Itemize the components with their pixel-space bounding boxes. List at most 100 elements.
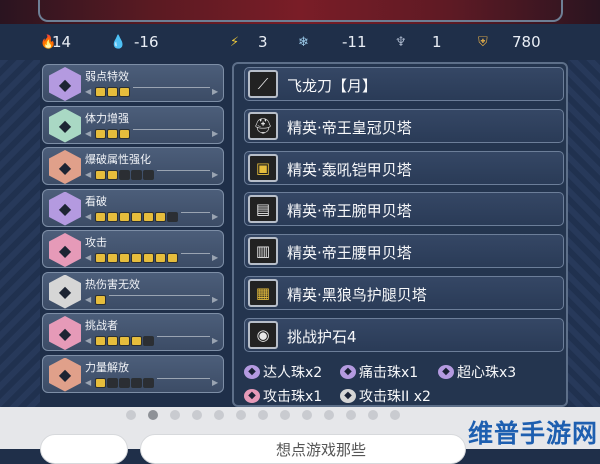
- level-pip-filled: [119, 128, 130, 139]
- skill-row[interactable]: ◆ 攻击 ◀ ▶: [42, 230, 224, 268]
- carousel-dot[interactable]: [126, 410, 136, 420]
- equipment-slot[interactable]: ⟋ 飞龙刀【月】: [244, 67, 564, 101]
- level-pip-filled: [95, 87, 106, 97]
- equipment-slot[interactable]: ⛑ 精英·帝王皇冠贝塔: [244, 108, 564, 143]
- stat-value: 780: [512, 33, 541, 51]
- skill-emblem-icon: ◆: [49, 150, 81, 184]
- equipment-slot[interactable]: ▦ 精英·黑狼鸟护腿贝塔: [244, 276, 564, 310]
- level-pip-filled: [155, 211, 166, 222]
- search-pill[interactable]: 想点游戏那些: [140, 434, 466, 464]
- skill-level-bar: ◀ ▶: [85, 294, 220, 306]
- long-sword-icon: ⟋: [248, 70, 278, 98]
- level-pip-filled: [131, 336, 142, 346]
- level-pip-filled: [107, 211, 118, 222]
- skill-row[interactable]: ◆ 爆破属性强化 ◀ ▶: [42, 147, 224, 185]
- skill-emblem-icon: ◆: [49, 67, 81, 101]
- carousel-dot[interactable]: [192, 410, 202, 420]
- equipment-slot[interactable]: ▥ 精英·帝王腰甲贝塔: [244, 234, 564, 269]
- skill-name: 力量解放: [85, 360, 129, 374]
- arrow-left-icon: ◀: [85, 336, 92, 345]
- helm-icon: ⛑: [248, 111, 278, 140]
- carousel-dot[interactable]: [236, 410, 246, 420]
- site-watermark: 维普手游网: [468, 419, 599, 448]
- waist-armor-icon: ▥: [248, 237, 278, 266]
- level-pip-filled: [95, 377, 106, 388]
- carousel-dot[interactable]: [368, 410, 378, 420]
- dragon-icon: ♆: [395, 35, 407, 50]
- jewel-icon: ◆: [340, 365, 356, 379]
- level-pip-empty: [143, 377, 154, 388]
- banner-frame: [38, 0, 563, 22]
- leg-armor-icon: ▦: [248, 279, 278, 307]
- carousel-dot[interactable]: [324, 410, 334, 420]
- jewel-icon: ◆: [438, 365, 454, 379]
- level-pip-filled: [95, 336, 106, 346]
- skill-name: 热伤害无效: [85, 277, 140, 291]
- level-pip-empty: [119, 170, 130, 180]
- skill-emblem-icon: ◆: [49, 191, 81, 226]
- level-pip-empty: [131, 377, 142, 388]
- skill-level-bar: ◀ ▶: [85, 86, 220, 98]
- element-stats-bar: 🔥 14 💧 -16 ⚡ 3 ❄ -11 ♆ 1 ⛨ 780: [30, 28, 575, 58]
- arrow-right-icon: ▶: [212, 128, 219, 138]
- back-pill-button[interactable]: [40, 434, 128, 464]
- skill-row[interactable]: ◆ 挑战者 ◀ ▶: [42, 313, 224, 351]
- water-icon: 💧: [110, 35, 127, 50]
- equipment-slot[interactable]: ▤ 精英·帝王腕甲贝塔: [244, 192, 564, 227]
- level-pip-filled: [107, 170, 118, 180]
- level-pip-filled: [131, 253, 142, 263]
- equipment-slot[interactable]: ▣ 精英·轰吼铠甲贝塔: [244, 150, 564, 185]
- decoration-name: 达人珠x2: [263, 365, 323, 381]
- equipment-slot[interactable]: ◉ 挑战护石4: [244, 317, 564, 352]
- chest-armor-icon: ▣: [248, 153, 278, 182]
- jewel-icon: ◆: [340, 389, 356, 403]
- carousel-dot[interactable]: [302, 410, 312, 420]
- skill-emblem-icon: ◆: [49, 233, 81, 267]
- decoration-name: 痛击珠x1: [359, 365, 419, 381]
- arrow-left-icon: ◀: [85, 377, 92, 387]
- level-pip-filled: [143, 253, 154, 263]
- level-pip-filled: [95, 253, 106, 263]
- equipment-name: 挑战护石4: [287, 327, 357, 346]
- decoration-name: 攻击珠x1: [263, 389, 323, 405]
- skill-level-bar: ◀ ▶: [85, 377, 220, 389]
- arrow-left-icon: ◀: [85, 211, 92, 221]
- carousel-dot[interactable]: [390, 410, 400, 420]
- charm-icon: ◉: [248, 320, 278, 349]
- decoration-name: 攻击珠II x2: [359, 389, 431, 405]
- carousel-dot[interactable]: [214, 410, 224, 420]
- level-pip-filled: [95, 128, 106, 139]
- skill-emblem-icon: ◆: [49, 274, 81, 309]
- arrow-right-icon: ▶: [212, 253, 219, 262]
- level-pip-filled: [119, 253, 130, 263]
- stat-value: -16: [134, 33, 159, 51]
- skill-level-bar: ◀ ▶: [85, 169, 220, 181]
- decoration-item: ◆ 攻击珠II x2: [340, 386, 431, 406]
- level-pip-empty: [143, 170, 154, 180]
- gauntlet-icon: ▤: [248, 195, 278, 224]
- level-pip-filled: [95, 170, 106, 180]
- skill-row[interactable]: ◆ 力量解放 ◀ ▶: [42, 354, 224, 393]
- equipment-name: 精英·轰吼铠甲贝塔: [287, 160, 412, 179]
- carousel-dot[interactable]: [258, 410, 268, 420]
- carousel-dot-active[interactable]: [148, 410, 158, 420]
- jewel-icon: ◆: [244, 389, 260, 403]
- carousel-dot[interactable]: [280, 410, 290, 420]
- level-pip-empty: [107, 377, 118, 388]
- skill-level-bar: ◀ ▶: [85, 252, 220, 264]
- skill-row[interactable]: ◆ 弱点特效 ◀ ▶: [42, 64, 224, 102]
- skill-name: 爆破属性强化: [85, 153, 151, 166]
- skill-row[interactable]: ◆ 体力增强 ◀ ▶: [42, 105, 224, 144]
- ice-icon: ❄: [298, 35, 309, 50]
- level-pip-filled: [95, 294, 106, 305]
- search-text: 想点游戏那些: [276, 441, 367, 459]
- carousel-dot[interactable]: [346, 410, 356, 420]
- skill-level-bar: ◀ ▶: [85, 335, 220, 347]
- skill-level-bar: ◀ ▶: [85, 128, 220, 140]
- carousel-dot[interactable]: [170, 410, 180, 420]
- skill-row[interactable]: ◆ 热伤害无效 ◀ ▶: [42, 271, 224, 310]
- level-pip-filled: [143, 211, 154, 222]
- level-pip-filled: [107, 128, 118, 139]
- level-pip-filled: [107, 253, 118, 263]
- skill-row[interactable]: ◆ 看破 ◀ ▶: [42, 188, 224, 227]
